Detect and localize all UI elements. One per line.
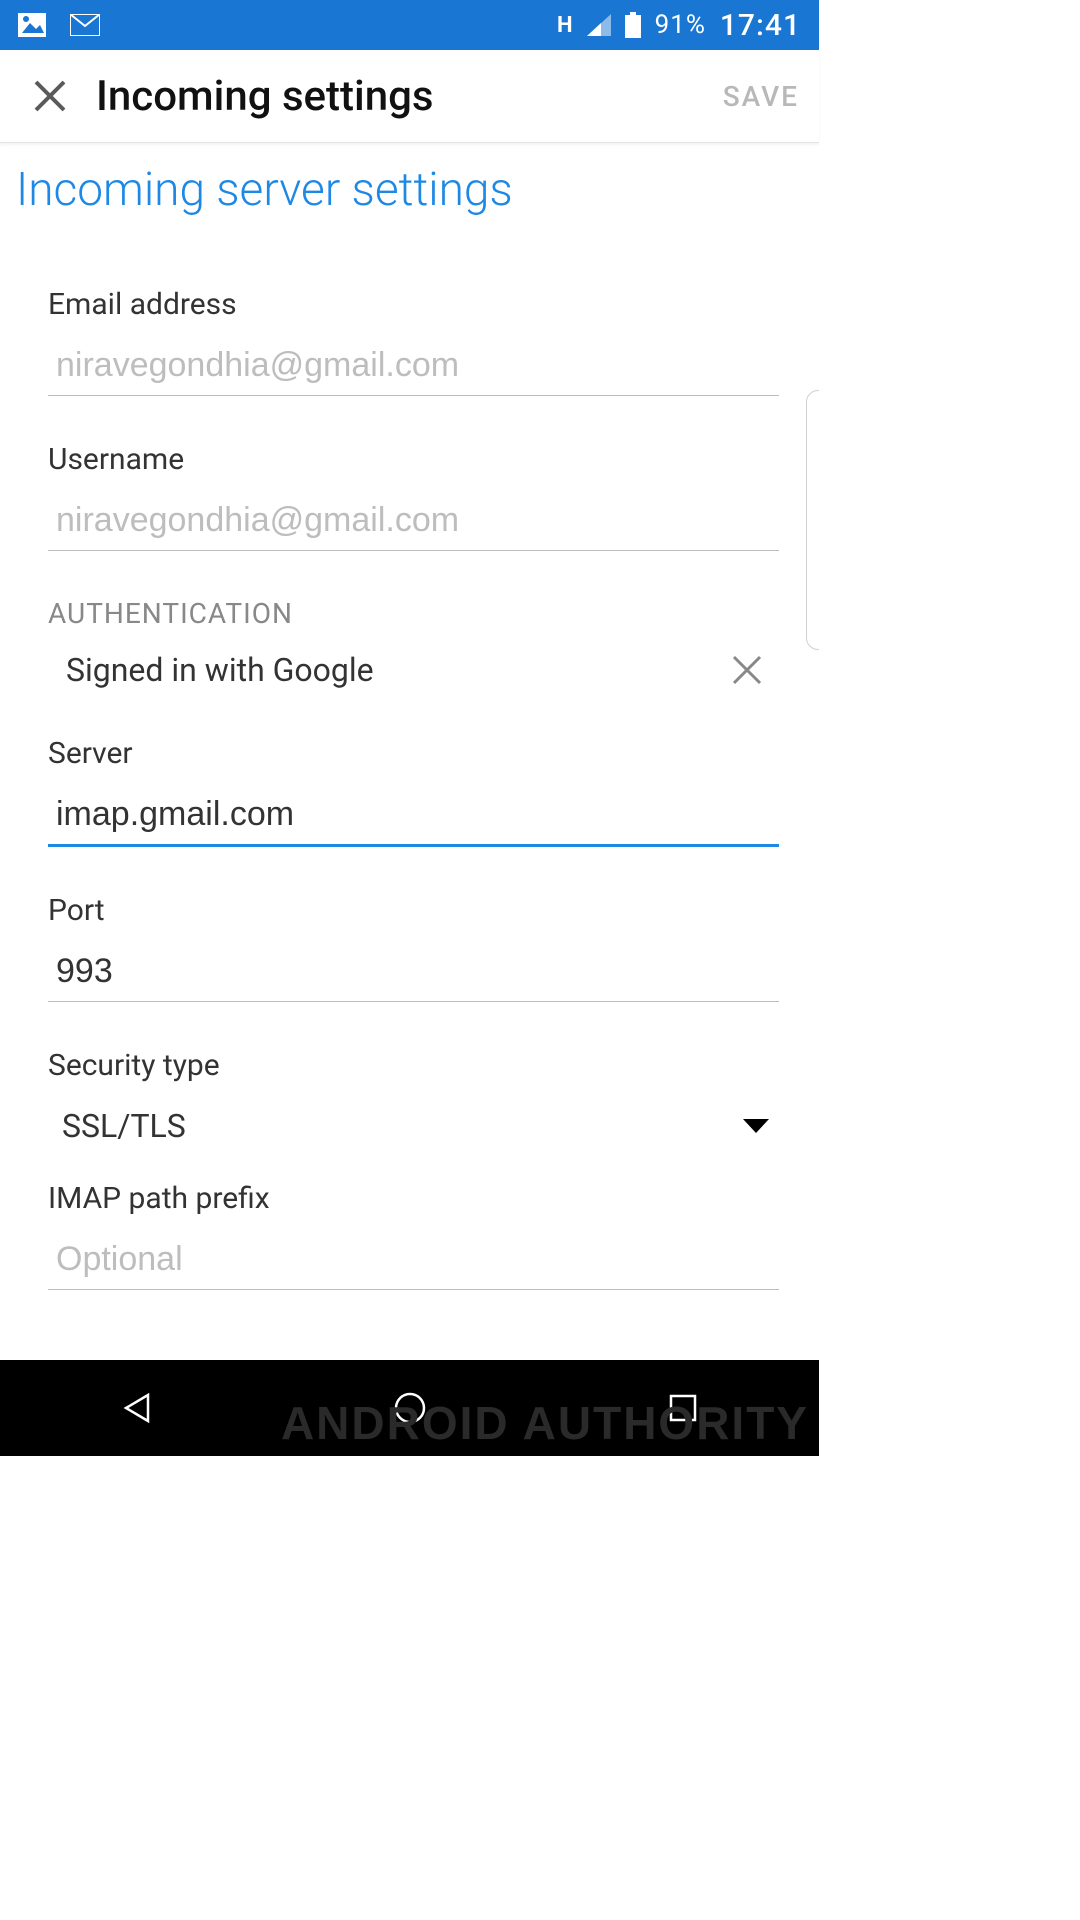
clock-time: 17:41	[720, 8, 801, 43]
battery-percentage: 91%	[655, 10, 706, 40]
close-icon	[32, 78, 68, 114]
page-title: Incoming settings	[96, 72, 723, 121]
nav-back-button[interactable]	[77, 1378, 197, 1438]
imap-prefix-input[interactable]	[48, 1240, 779, 1290]
security-field-group: Security type SSL/TLS	[48, 1048, 771, 1145]
back-icon	[120, 1391, 154, 1425]
email-label: Email address	[48, 287, 771, 322]
authentication-value: Signed in with Google	[66, 651, 374, 689]
email-input[interactable]	[48, 346, 779, 396]
server-field-group: Server	[48, 736, 771, 847]
port-field-group: Port	[48, 893, 771, 1002]
port-input[interactable]	[48, 952, 779, 1002]
gallery-status-icon	[18, 13, 46, 37]
email-field-group: Email address	[48, 287, 771, 396]
security-dropdown[interactable]: SSL/TLS	[48, 1107, 771, 1145]
server-label: Server	[48, 736, 771, 771]
watermark-text: ANDROID AUTHORITY	[281, 1396, 809, 1450]
clear-authentication-button[interactable]	[723, 646, 771, 694]
email-status-icon	[70, 14, 100, 36]
imap-prefix-label: IMAP path prefix	[48, 1181, 771, 1216]
battery-icon	[625, 12, 641, 38]
settings-form: Email address Username AUTHENTICATION Si…	[0, 217, 819, 1290]
authentication-row[interactable]: Signed in with Google	[48, 646, 771, 694]
imap-prefix-field-group: IMAP path prefix	[48, 1181, 771, 1290]
status-left-icons	[18, 13, 100, 37]
port-label: Port	[48, 893, 771, 928]
section-heading: Incoming server settings	[0, 143, 819, 217]
network-type-indicator: H	[557, 13, 573, 38]
username-input[interactable]	[48, 501, 779, 551]
security-value: SSL/TLS	[62, 1107, 186, 1145]
chevron-down-icon	[743, 1119, 769, 1133]
close-icon	[731, 654, 763, 686]
username-field-group: Username	[48, 442, 771, 551]
authentication-label: AUTHENTICATION	[48, 597, 771, 630]
save-button[interactable]: SAVE	[723, 80, 819, 113]
android-status-bar: H 91% 17:41	[0, 0, 819, 50]
status-right-cluster: H 91% 17:41	[557, 8, 801, 43]
server-input[interactable]	[48, 795, 779, 847]
app-bar: Incoming settings SAVE	[0, 50, 819, 143]
username-label: Username	[48, 442, 771, 477]
signal-icon	[587, 14, 611, 36]
authentication-group: AUTHENTICATION Signed in with Google	[48, 597, 771, 694]
scrollbar-handle[interactable]	[806, 390, 819, 650]
security-label: Security type	[48, 1048, 771, 1083]
close-button[interactable]	[0, 50, 100, 142]
android-nav-bar: ANDROID AUTHORITY	[0, 1360, 819, 1456]
